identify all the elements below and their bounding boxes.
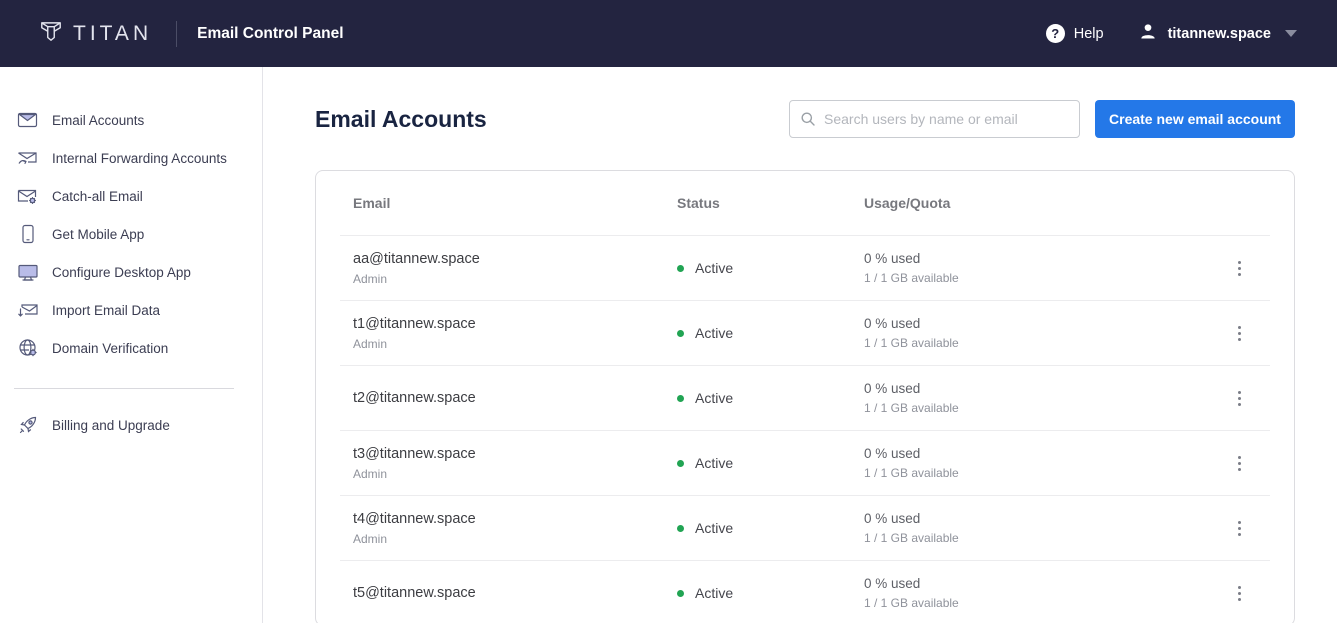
status-badge: Active (695, 520, 733, 536)
account-menu[interactable]: titannew.space (1138, 21, 1297, 46)
envelope-forward-icon (16, 149, 40, 167)
status-dot-icon (677, 395, 684, 402)
quota-available: 1 / 1 GB available (864, 466, 1227, 480)
sidebar-item-domain-verification[interactable]: Domain Verification (0, 329, 262, 367)
sidebar-label: Email Accounts (52, 113, 144, 128)
email-accounts-table: Email Status Usage/Quota aa@titannew.spa… (315, 170, 1295, 623)
status-badge: Active (695, 390, 733, 406)
titan-logo: TITAN (38, 18, 152, 49)
rocket-icon (16, 415, 40, 435)
row-actions-menu-icon[interactable] (1227, 322, 1251, 345)
account-role: Admin (353, 532, 677, 546)
row-actions-menu-icon[interactable] (1227, 452, 1251, 475)
envelope-gear-icon (16, 187, 40, 205)
mobile-phone-icon (16, 224, 40, 244)
account-email: t4@titannew.space (353, 511, 677, 527)
status-badge: Active (695, 260, 733, 276)
desktop-monitor-icon (16, 263, 40, 282)
main-content: Email Accounts Create new email account … (263, 67, 1337, 623)
quota-available: 1 / 1 GB available (864, 336, 1227, 350)
status-dot-icon (677, 265, 684, 272)
create-email-account-button[interactable]: Create new email account (1095, 100, 1295, 138)
app-title: Email Control Panel (197, 25, 343, 43)
globe-gear-icon (16, 338, 40, 358)
status-badge: Active (695, 585, 733, 601)
search-icon (800, 111, 816, 127)
quota-available: 1 / 1 GB available (864, 531, 1227, 545)
quota-available: 1 / 1 GB available (864, 596, 1227, 610)
usage-percent: 0 % used (864, 446, 1227, 461)
usage-percent: 0 % used (864, 251, 1227, 266)
sidebar-item-internal-forwarding[interactable]: Internal Forwarding Accounts (0, 139, 262, 177)
account-role: Admin (353, 467, 677, 481)
account-email: t2@titannew.space (353, 390, 677, 406)
status-badge: Active (695, 455, 733, 471)
sidebar-label: Catch-all Email (52, 189, 143, 204)
sidebar-label: Get Mobile App (52, 227, 144, 242)
search-input[interactable] (824, 111, 1069, 127)
status-badge: Active (695, 325, 733, 341)
usage-percent: 0 % used (864, 511, 1227, 526)
status-dot-icon (677, 330, 684, 337)
usage-percent: 0 % used (864, 576, 1227, 591)
sidebar-item-email-accounts[interactable]: Email Accounts (0, 101, 262, 139)
sidebar-item-catch-all[interactable]: Catch-all Email (0, 177, 262, 215)
sidebar: Email Accounts Internal Forwarding Accou… (0, 67, 263, 623)
chevron-down-icon (1285, 30, 1297, 37)
row-actions-menu-icon[interactable] (1227, 257, 1251, 280)
table-row: t2@titannew.space Active 0 % used 1 / 1 … (340, 365, 1270, 430)
page-title: Email Accounts (315, 106, 487, 133)
account-email: t1@titannew.space (353, 316, 677, 332)
sidebar-divider (14, 388, 234, 389)
titan-logo-icon (38, 18, 64, 49)
envelope-icon (16, 111, 40, 129)
account-role: Admin (353, 272, 677, 286)
help-label: Help (1074, 26, 1104, 42)
envelope-import-icon (16, 301, 40, 320)
sidebar-label: Import Email Data (52, 303, 160, 318)
sidebar-item-mobile-app[interactable]: Get Mobile App (0, 215, 262, 253)
usage-percent: 0 % used (864, 381, 1227, 396)
table-row: aa@titannew.space Admin Active 0 % used … (340, 235, 1270, 300)
row-actions-menu-icon[interactable] (1227, 387, 1251, 410)
table-row: t4@titannew.space Admin Active 0 % used … (340, 495, 1270, 560)
sidebar-item-import-email[interactable]: Import Email Data (0, 291, 262, 329)
help-button[interactable]: ? Help (1046, 24, 1104, 43)
account-email: aa@titannew.space (353, 251, 677, 267)
column-header-email: Email (353, 195, 677, 211)
sidebar-label: Configure Desktop App (52, 265, 191, 280)
account-email: t5@titannew.space (353, 585, 677, 601)
account-role: Admin (353, 337, 677, 351)
brand-name: TITAN (73, 22, 152, 46)
sidebar-label: Domain Verification (52, 341, 168, 356)
user-icon (1138, 21, 1158, 46)
help-icon: ? (1046, 24, 1065, 43)
topbar-divider (176, 21, 177, 47)
sidebar-item-desktop-app[interactable]: Configure Desktop App (0, 253, 262, 291)
status-dot-icon (677, 590, 684, 597)
account-domain: titannew.space (1168, 26, 1271, 42)
search-box[interactable] (789, 100, 1080, 138)
sidebar-label: Billing and Upgrade (52, 418, 170, 433)
row-actions-menu-icon[interactable] (1227, 517, 1251, 540)
quota-available: 1 / 1 GB available (864, 271, 1227, 285)
table-row: t3@titannew.space Admin Active 0 % used … (340, 430, 1270, 495)
table-header-row: Email Status Usage/Quota (340, 171, 1270, 235)
sidebar-item-billing-upgrade[interactable]: Billing and Upgrade (0, 406, 262, 444)
column-header-usage: Usage/Quota (864, 195, 1227, 211)
top-bar: TITAN Email Control Panel ? Help titanne… (0, 0, 1337, 67)
status-dot-icon (677, 460, 684, 467)
table-row: t5@titannew.space Active 0 % used 1 / 1 … (340, 560, 1270, 623)
table-row: t1@titannew.space Admin Active 0 % used … (340, 300, 1270, 365)
status-dot-icon (677, 525, 684, 532)
sidebar-label: Internal Forwarding Accounts (52, 151, 227, 166)
column-header-status: Status (677, 195, 864, 211)
quota-available: 1 / 1 GB available (864, 401, 1227, 415)
row-actions-menu-icon[interactable] (1227, 582, 1251, 605)
usage-percent: 0 % used (864, 316, 1227, 331)
account-email: t3@titannew.space (353, 446, 677, 462)
